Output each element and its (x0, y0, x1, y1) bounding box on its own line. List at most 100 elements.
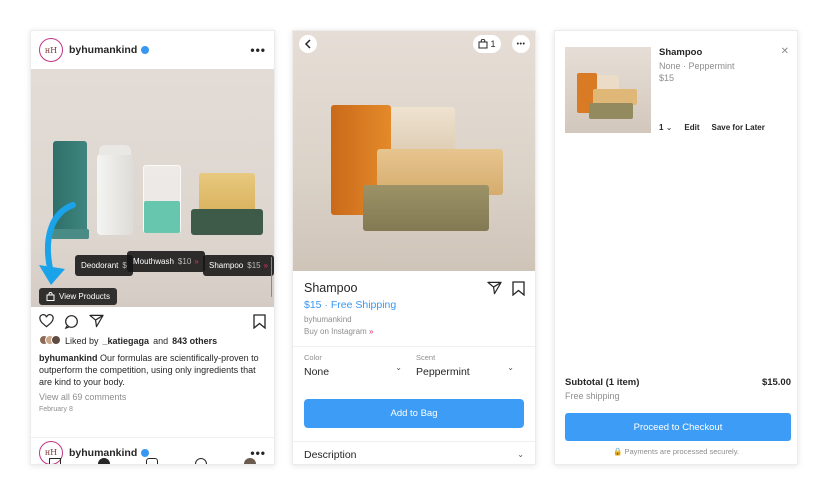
chevron-down-icon: ⌄ (665, 123, 673, 132)
proceed-to-checkout-button[interactable]: Proceed to Checkout (565, 413, 791, 441)
bookmark-icon[interactable] (253, 313, 266, 329)
scroll-indicator (271, 257, 272, 297)
soap-olive (589, 103, 633, 119)
cart-item: Shampoo None · Peppermint $15 ✕ (555, 31, 797, 133)
post-username[interactable]: byhumankind (69, 44, 137, 56)
post-username[interactable]: byhumankind (69, 447, 137, 459)
comment-icon[interactable] (64, 314, 79, 329)
product-tag-mouthwash[interactable]: Mouthwash $10» (127, 251, 205, 272)
add-to-bag-button[interactable]: Add to Bag (304, 399, 524, 428)
quantity-select[interactable]: 1 ⌄ (659, 123, 672, 132)
shopping-bag-button[interactable]: 1 (473, 35, 501, 53)
share-icon[interactable] (487, 281, 502, 295)
shopping-bag-icon (46, 292, 55, 301)
product-tag-deodorant[interactable]: Deodorant $ (75, 255, 133, 276)
liked-by-user[interactable]: _katiegaga (103, 336, 150, 346)
verified-badge-icon (141, 46, 150, 54)
post-actions (31, 307, 274, 335)
heart-icon[interactable] (39, 314, 54, 328)
liked-by-others[interactable]: 843 others (172, 336, 217, 346)
cart-item-variant: None · Peppermint (659, 61, 735, 71)
subtotal-value: $15.00 (761, 377, 791, 388)
product-tag-shampoo[interactable]: Shampoo $15» (203, 255, 274, 276)
bookmark-icon[interactable] (512, 281, 525, 296)
liked-by-prefix: Liked by (65, 336, 99, 346)
chevron-left-icon (304, 39, 311, 49)
tag-name: Shampoo (209, 261, 244, 270)
product-soap-base (191, 209, 263, 235)
cart-item-name: Shampoo (659, 47, 703, 58)
annotation-arrow-icon (39, 202, 76, 285)
caption-username[interactable]: byhumankind (39, 353, 98, 363)
soap-cream-top (391, 107, 455, 153)
cart-screen: Shampoo None · Peppermint $15 ✕ 1 ⌄ Edit… (554, 30, 798, 465)
tag-price: $15 (247, 261, 261, 270)
shopping-bag-icon (478, 39, 488, 49)
cart-item-controls: 1 ⌄ Edit Save for Later (659, 123, 765, 132)
product-actions (487, 281, 525, 296)
bottom-tab-bar (31, 458, 274, 464)
product-info: Shampoo $15 · Free Shipping byhumankind … (293, 271, 535, 346)
back-button[interactable] (299, 35, 317, 53)
buy-on-label: Buy on Instagram (304, 327, 367, 336)
cart-item-info: Shampoo None · Peppermint $15 (659, 47, 735, 131)
search-tab-icon[interactable] (97, 458, 110, 464)
product-detail-screen: 1 ••• Shampoo $15 · Free Shipping byhuma… (292, 30, 536, 465)
feed-post-screen: ʜH byhumankind ••• Deodorant $ Mouthwash $… (30, 30, 275, 465)
post-header: ʜH byhumankind ••• (31, 31, 274, 69)
more-options-button[interactable]: ••• (250, 43, 266, 57)
bag-count: 1 (490, 39, 496, 49)
profile-tab-icon[interactable] (243, 458, 256, 464)
add-post-tab-icon[interactable] (146, 458, 159, 464)
tag-price: $10 (177, 257, 192, 266)
color-select[interactable]: Color None ⌄ (304, 353, 412, 387)
remove-item-button[interactable]: ✕ (781, 46, 789, 57)
subtotal-label: Subtotal (1 item) (565, 377, 640, 388)
tag-chevron-icon: » (194, 257, 199, 266)
scent-select[interactable]: Scent Peppermint ⌄ (412, 353, 524, 387)
shipping-note: Free shipping (565, 391, 620, 401)
view-products-button[interactable]: View Products (39, 288, 117, 305)
edit-button[interactable]: Edit (684, 123, 699, 132)
post-date: February 8 (39, 406, 73, 413)
avatar[interactable]: ʜH (39, 38, 63, 62)
color-label: Color (304, 353, 322, 362)
product-price: $15 · Free Shipping (304, 299, 397, 311)
product-options: Color None ⌄ Scent Peppermint ⌄ (293, 347, 535, 387)
buy-on-instagram: Buy on Instagram » (304, 327, 524, 336)
avatar-monogram: ʜH (44, 45, 58, 55)
post-image[interactable]: Deodorant $ Mouthwash $10» Shampoo $15» Vie… (31, 69, 274, 307)
view-comments-link[interactable]: View all 69 comments (31, 388, 274, 402)
view-products-label: View Products (59, 292, 110, 301)
tag-chevron-icon: » (263, 261, 269, 270)
verified-badge-icon (141, 448, 150, 457)
product-deodorant (97, 151, 133, 235)
activity-tab-icon[interactable] (195, 458, 208, 464)
more-options-button[interactable]: ••• (512, 35, 530, 53)
secure-note-text: Payments are processed securely. (624, 447, 739, 456)
chevron-down-icon: ⌄ (395, 363, 402, 372)
save-for-later-button[interactable]: Save for Later (712, 123, 765, 132)
avatar-monogram: ʜH (44, 448, 58, 457)
tag-name: Deodorant (81, 261, 119, 270)
description-label: Description (304, 448, 357, 461)
cart-item-thumbnail[interactable] (565, 47, 651, 133)
product-image[interactable]: 1 ••• (293, 31, 535, 271)
chevron-down-icon: ⌄ (517, 450, 524, 459)
description-row[interactable]: Description ⌄ (293, 441, 535, 464)
subtotal-row: Subtotal (1 item) $15.00 (565, 377, 791, 388)
likes-line: Liked by _katiegaga and 843 others (31, 335, 274, 347)
tag-name: Mouthwash (133, 257, 174, 266)
quantity-value: 1 (659, 123, 664, 132)
secure-payment-note: 🔒 Payments are processed securely. (555, 447, 797, 456)
share-icon[interactable] (89, 314, 104, 328)
product-brand-link[interactable]: byhumankind (304, 315, 524, 324)
product-soap-top (199, 173, 255, 213)
post-caption: byhumankind Our formulas are scientifica… (31, 347, 274, 388)
chevron-down-icon: ⌄ (507, 363, 514, 372)
cart-item-price: $15 (659, 73, 675, 83)
product-deodorant-cap (99, 145, 131, 155)
soap-olive (363, 185, 489, 231)
home-tab-icon[interactable] (49, 458, 62, 464)
liker-avatars (39, 335, 61, 347)
